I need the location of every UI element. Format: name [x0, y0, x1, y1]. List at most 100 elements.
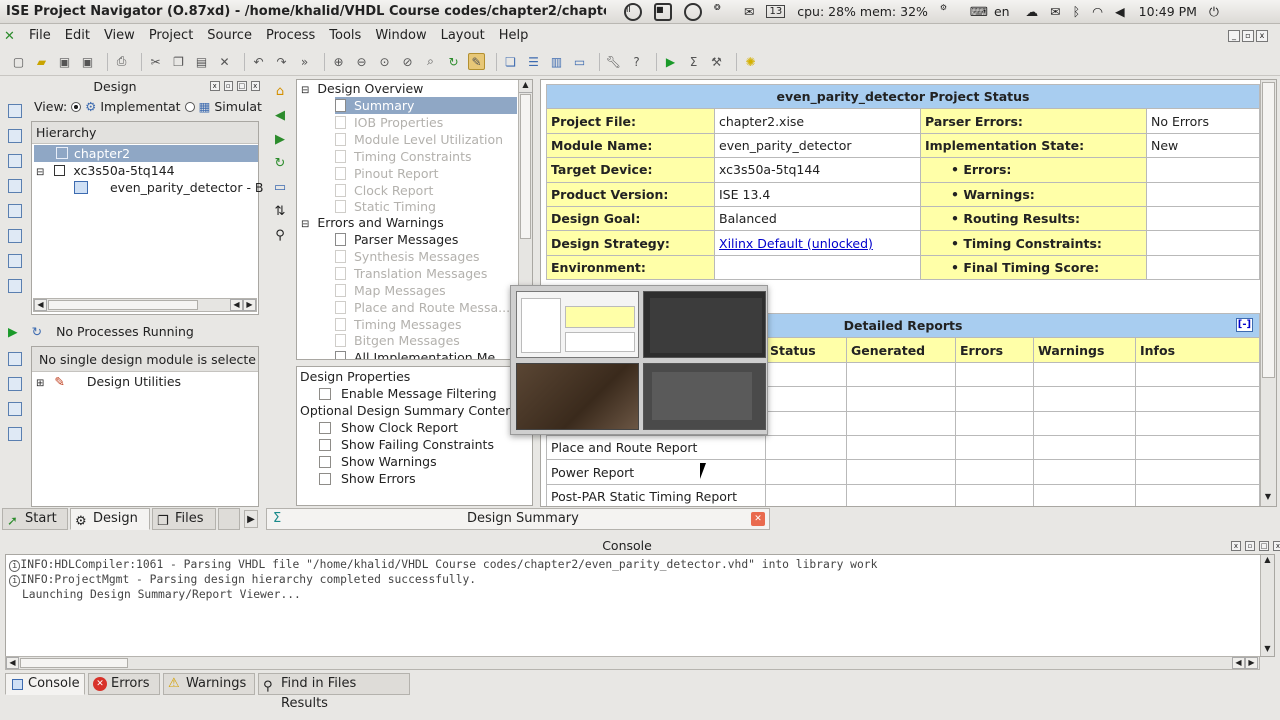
- overview-item[interactable]: Pinout Report: [335, 165, 439, 182]
- reload-icon[interactable]: ↻: [271, 156, 289, 180]
- implementation-radio[interactable]: [71, 102, 82, 112]
- keyboard-icon[interactable]: ⌨: [970, 4, 988, 19]
- scroll-left-icon-2[interactable]: ◀: [1232, 657, 1245, 669]
- tab-start[interactable]: ➚ Start: [2, 508, 68, 530]
- add-copy-icon[interactable]: [8, 154, 22, 168]
- process-tool-icon-3[interactable]: [8, 402, 22, 416]
- errors-warnings-header[interactable]: ⊟ Errors and Warnings: [301, 214, 444, 231]
- panel-maximize-icon[interactable]: □: [1259, 541, 1269, 551]
- cloud-icon[interactable]: ☁: [1026, 4, 1039, 19]
- add-source-icon[interactable]: [8, 129, 22, 143]
- power-icon[interactable]: ⏻: [1209, 4, 1219, 20]
- language-indicator[interactable]: en: [994, 4, 1010, 19]
- scroll-left-icon[interactable]: ◀: [6, 657, 19, 669]
- report-row[interactable]: Post-PAR Static Timing Report: [546, 483, 1261, 506]
- design-panel-controls[interactable]: x ▫ □ x: [208, 81, 260, 93]
- tab-scroll-right-icon[interactable]: ▶: [244, 510, 258, 528]
- scroll-up-icon[interactable]: ▲: [519, 80, 532, 93]
- collapse-icon[interactable]: ⊟: [301, 219, 309, 230]
- menu-source[interactable]: Source: [200, 28, 259, 43]
- show-failing-constraints-checkbox[interactable]: [319, 439, 331, 451]
- find-summary-icon[interactable]: ⚲: [271, 228, 289, 252]
- thumbnail-ise-window[interactable]: [516, 291, 639, 358]
- scroll-right-icon[interactable]: ▶: [1245, 657, 1258, 669]
- scroll-thumb[interactable]: [1262, 82, 1275, 378]
- pin-icon[interactable]: ✎: [468, 53, 485, 70]
- menu-project[interactable]: Project: [142, 28, 200, 43]
- panel-float-icon[interactable]: ▫: [223, 81, 233, 91]
- menu-window[interactable]: Window: [368, 28, 433, 43]
- scroll-right-icon[interactable]: ▶: [243, 299, 256, 311]
- volume-icon[interactable]: ◀: [1115, 4, 1125, 19]
- console-vscroll[interactable]: ▲ ▼: [1260, 555, 1274, 656]
- process-tool-icon-4[interactable]: [8, 427, 22, 441]
- bluetooth-icon[interactable]: ᛒ: [1073, 4, 1081, 19]
- more-icon[interactable]: »: [296, 53, 313, 70]
- thumbnail-wallpaper[interactable]: [516, 363, 639, 430]
- tab-console[interactable]: Console: [5, 673, 85, 695]
- mdi-minimize-button[interactable]: _: [1228, 29, 1240, 42]
- design-overview-header[interactable]: ⊟ Design Overview: [301, 80, 423, 97]
- errors-item[interactable]: Synthesis Messages: [335, 248, 480, 265]
- process-tool-icon-1[interactable]: [8, 352, 22, 366]
- errors-item[interactable]: Parser Messages: [335, 231, 458, 248]
- view-implementation-label[interactable]: Implementat: [100, 99, 180, 114]
- tab-warnings[interactable]: ⚠ Warnings: [163, 673, 255, 695]
- status-value[interactable]: Xilinx Default (unlocked): [714, 230, 921, 256]
- tab-overflow[interactable]: [218, 508, 240, 530]
- report-name[interactable]: Post-PAR Static Timing Report: [546, 483, 766, 506]
- paste-icon[interactable]: ▤: [193, 53, 210, 70]
- clock-text[interactable]: 10:49 PM: [1139, 4, 1197, 19]
- clock-icon[interactable]: [684, 2, 702, 21]
- enable-filtering-checkbox[interactable]: [319, 388, 331, 400]
- stop-record-icon[interactable]: ■: [654, 2, 672, 21]
- menu-help[interactable]: Help: [492, 28, 536, 43]
- back-icon[interactable]: ◀: [271, 108, 289, 132]
- scroll-thumb[interactable]: [20, 658, 128, 668]
- report-row[interactable]: Power Report: [546, 459, 1261, 485]
- panel-float-icon[interactable]: ▫: [1245, 541, 1255, 551]
- undo-icon[interactable]: ↶: [250, 53, 267, 70]
- module-icon[interactable]: [8, 229, 22, 243]
- errors-item[interactable]: Bitgen Messages: [335, 332, 460, 349]
- tree-module[interactable]: even_parity_detector - B: [74, 179, 264, 196]
- copy-icon[interactable]: ❐: [170, 53, 187, 70]
- wrench-icon[interactable]: 🔧︎: [605, 53, 622, 70]
- redo-icon[interactable]: ↷: [273, 53, 290, 70]
- tab-design[interactable]: ⚙ Design: [70, 508, 150, 530]
- filter-icon[interactable]: ⇅: [271, 204, 289, 228]
- zoom-select-icon[interactable]: ⊘: [399, 53, 416, 70]
- errors-item[interactable]: Place and Route Messa...: [335, 299, 510, 316]
- window-list-icon[interactable]: [8, 279, 22, 293]
- save-icon[interactable]: ▣: [56, 53, 73, 70]
- show-warnings-option[interactable]: Show Warnings: [319, 453, 437, 470]
- scroll-thumb[interactable]: [48, 300, 198, 310]
- simulation-radio[interactable]: [184, 102, 195, 112]
- new-source-icon[interactable]: [8, 104, 22, 118]
- report-row[interactable]: Place and Route Report: [546, 434, 1261, 461]
- menu-view[interactable]: View: [97, 28, 142, 43]
- scroll-left-icon[interactable]: ◀: [34, 299, 47, 311]
- overview-item[interactable]: Clock Report: [335, 182, 433, 199]
- errors-item[interactable]: Translation Messages: [335, 265, 487, 282]
- tile-vertical-icon[interactable]: ▥: [548, 53, 565, 70]
- report-vscroll[interactable]: ▼: [1260, 80, 1276, 506]
- panel-maximize-icon[interactable]: □: [237, 81, 247, 91]
- editor-tab-design-summary[interactable]: Design Summary: [467, 511, 579, 526]
- scroll-down-icon[interactable]: ▼: [1261, 492, 1275, 504]
- editor-tab-close-icon[interactable]: ✕: [751, 512, 765, 526]
- print-icon[interactable]: ⎙: [113, 53, 130, 70]
- thumbnail-terminal-window[interactable]: [643, 363, 766, 430]
- forward-icon[interactable]: ▶: [271, 132, 289, 156]
- panel-close-icon[interactable]: x: [1231, 541, 1241, 551]
- tree-project-chapter2[interactable]: chapter2: [34, 145, 258, 162]
- errors-item[interactable]: Map Messages: [335, 282, 446, 299]
- show-warnings-checkbox[interactable]: [319, 456, 331, 468]
- overview-item[interactable]: Timing Constraints: [335, 148, 472, 165]
- report-icon[interactable]: [8, 254, 22, 268]
- errors-item[interactable]: Timing Messages: [335, 316, 462, 333]
- overview-item[interactable]: Static Timing: [335, 198, 436, 215]
- delete-icon[interactable]: ✕: [216, 53, 233, 70]
- show-failing-constraints-option[interactable]: Show Failing Constraints: [319, 436, 494, 453]
- hierarchy-icon[interactable]: [8, 179, 22, 193]
